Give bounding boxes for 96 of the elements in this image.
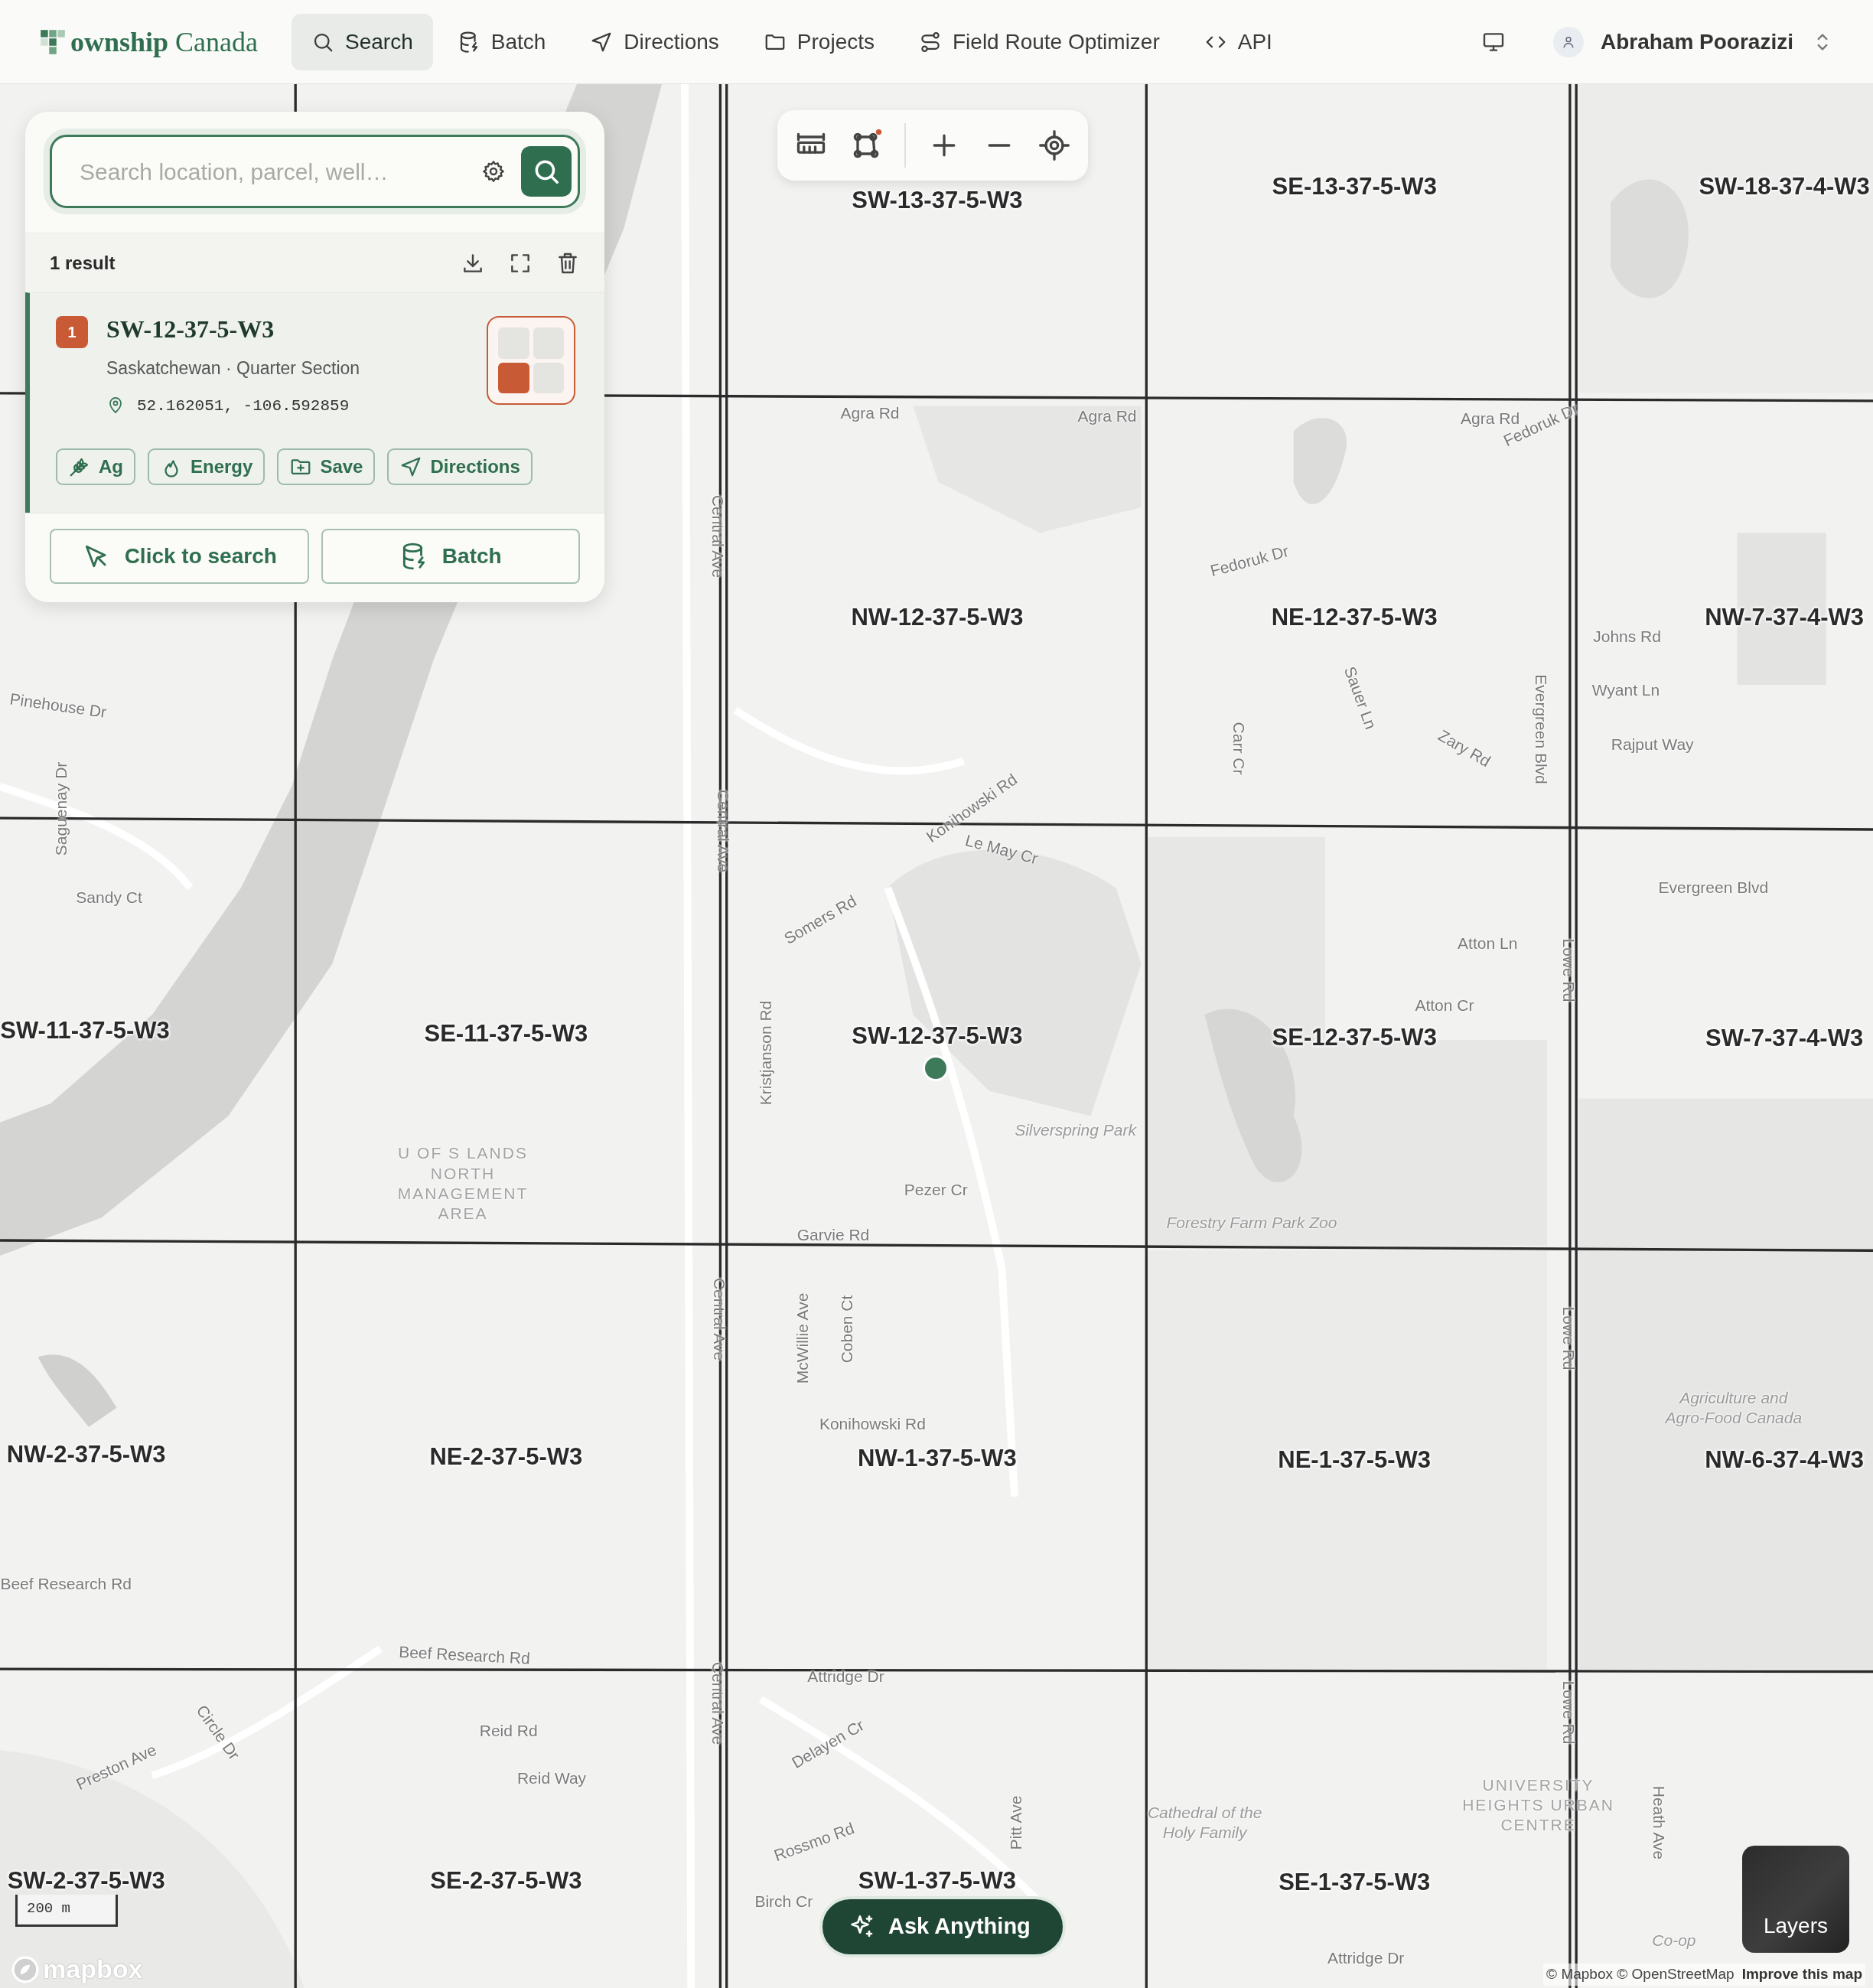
street-label: Reid Way (516, 1768, 587, 1788)
parcel-label: NE-1-37-5-W3 (1278, 1445, 1432, 1475)
street-label: Rajput Way (1611, 735, 1694, 755)
parcel-label: NW-1-37-5-W3 (858, 1443, 1017, 1473)
street-label: Zary Rd (1435, 725, 1495, 772)
search-input[interactable]: Search location, parcel, well… (78, 153, 466, 190)
improve-map-link[interactable]: Improve this map (1741, 1964, 1862, 1986)
coordinates: 52.162051, -106.592859 (137, 396, 350, 416)
click-to-search-button[interactable]: Click to search (50, 529, 309, 585)
street-label: Sauer Ln (1340, 663, 1382, 732)
street-label: Central Ave (709, 1277, 729, 1361)
result-number: 1 (56, 316, 88, 348)
nav-tab[interactable]: Directions (570, 13, 739, 70)
street-label: Garvie Rd (796, 1225, 870, 1246)
user-name[interactable]: Abraham Poorazizi (1600, 25, 1793, 58)
street-label: Sandy Ct (76, 888, 142, 908)
street-label: Beef Research Rd (0, 1574, 132, 1595)
locate-icon[interactable] (1037, 129, 1071, 162)
street-label: Atton Cr (1415, 996, 1474, 1016)
parcel-label: SE-2-37-5-W3 (430, 1866, 582, 1895)
map-attribution: © Mapbox © OpenStreetMap (1546, 1965, 1735, 1983)
street-label: Lowe Rd (1559, 1306, 1579, 1370)
result-card[interactable]: 1 SW-12-37-5-W3 Saskatchewan · Quarter Section 52.162051, -106.592859 Ag Energy Save Directions (25, 292, 604, 513)
street-label: Kristjanson Rd (756, 1000, 776, 1105)
street-label: Carr Cr (1230, 722, 1249, 775)
street-label: Attridge Dr (807, 1667, 884, 1687)
street-label: Lowe Rd (1559, 1680, 1579, 1744)
parcel-label: SW-13-37-5-W3 (852, 185, 1023, 215)
parcel-label: SE-1-37-5-W3 (1279, 1867, 1431, 1897)
parcel-label: SE-12-37-5-W3 (1272, 1022, 1437, 1052)
street-label: Agra Rd (840, 403, 900, 424)
place-label: Cathedral of the Holy Family (1146, 1802, 1263, 1843)
street-label: Atton Ln (1458, 934, 1518, 954)
parcel-label: NE-12-37-5-W3 (1271, 602, 1438, 632)
result-count: 1 result (50, 251, 116, 275)
parcel-label: SE-13-37-5-W3 (1272, 171, 1437, 201)
nav-tab[interactable]: Batch (437, 13, 566, 70)
street-label: Evergreen Blvd (1531, 674, 1551, 784)
parcel-label: NE-2-37-5-W3 (429, 1442, 583, 1472)
parcel-label: NW-6-37-4-W3 (1705, 1445, 1864, 1475)
street-label: Wyant Ln (1591, 680, 1660, 700)
street-label: Beef Research Rd (398, 1641, 531, 1669)
street-label: Agra Rd (1077, 406, 1137, 426)
action-chip[interactable]: Directions (387, 448, 533, 486)
street-label: Fedoruk Dr (1207, 540, 1292, 581)
street-label: Konihowski Rd (819, 1414, 926, 1435)
action-chip[interactable]: Save (277, 448, 376, 486)
settings-icon[interactable] (481, 159, 506, 184)
street-label: Central Ave (713, 789, 733, 872)
mapbox-logo-icon (11, 1954, 40, 1984)
area-label: U OF S LANDS NORTH MANAGEMENT AREA (396, 1142, 529, 1224)
action-chip[interactable]: Ag (56, 448, 135, 486)
street-label: Pitt Ave (1005, 1795, 1025, 1850)
brand-name[interactable]: ownship Canada (70, 21, 259, 63)
batch-button[interactable]: Batch (321, 529, 580, 585)
street-label: Pezer Cr (904, 1179, 968, 1200)
parcel-label: SW-12-37-5-W3 (852, 1021, 1023, 1051)
street-label: Johns Rd (1593, 627, 1661, 647)
parcel-label: SE-11-37-5-W3 (424, 1018, 588, 1048)
street-label: Rossmo Rd (770, 1817, 858, 1866)
street-label: Evergreen Blvd (1658, 878, 1769, 898)
parcel-label: SW-2-37-5-W3 (7, 1866, 165, 1895)
street-label: Central Ave (708, 1661, 728, 1745)
route-icon (919, 30, 942, 54)
parcel-label: NW-2-37-5-W3 (6, 1439, 166, 1469)
street-label: Pinehouse Dr (8, 689, 109, 722)
parcel-label: SW-18-37-4-W3 (1699, 171, 1870, 201)
search-button[interactable] (521, 146, 572, 197)
nav-tab[interactable]: Field Route Optimizer (899, 13, 1180, 70)
place-label: Co-op (1652, 1931, 1696, 1951)
action-chip[interactable]: Energy (148, 448, 265, 486)
layers-button[interactable]: Layers (1742, 1846, 1849, 1953)
parcel-label: NW-7-37-4-W3 (1705, 602, 1864, 632)
place-label: Forestry Farm Park Zoo (1166, 1213, 1337, 1233)
parcel-label: SW-11-37-5-W3 (0, 1016, 170, 1046)
parcel-label: SW-1-37-5-W3 (858, 1866, 1016, 1895)
nav-tab[interactable]: Projects (743, 13, 894, 70)
nav-tab[interactable]: API (1184, 13, 1292, 70)
parcel-subtitle: Saskatchewan · Quarter Section (106, 357, 361, 380)
scale-bar: 200 m (15, 1895, 118, 1927)
parcel-label: SW-7-37-4-W3 (1705, 1024, 1864, 1054)
street-label: Saguenay Dr (50, 762, 70, 856)
street-label: Attridge Dr (1327, 1948, 1405, 1969)
street-label: Heath Ave (1649, 1785, 1669, 1860)
parcel-label: NW-12-37-5-W3 (851, 602, 1024, 632)
nav-tab[interactable]: Search (292, 13, 433, 70)
ask-anything-button[interactable]: Ask Anything (819, 1896, 1066, 1957)
place-label: Silverspring Park (1015, 1120, 1136, 1140)
place-label: Agriculture and Agro-Food Canada (1664, 1387, 1803, 1428)
street-label: Central Ave (708, 494, 728, 578)
street-label: Reid Rd (479, 1721, 538, 1742)
street-label: Lowe Rd (1559, 938, 1579, 1002)
parcel-title: SW-12-37-5-W3 (106, 316, 275, 344)
street-label: Coben Ct (837, 1295, 857, 1364)
street-label: McWillie Ave (793, 1292, 813, 1383)
street-label: Birch Cr (754, 1891, 813, 1911)
